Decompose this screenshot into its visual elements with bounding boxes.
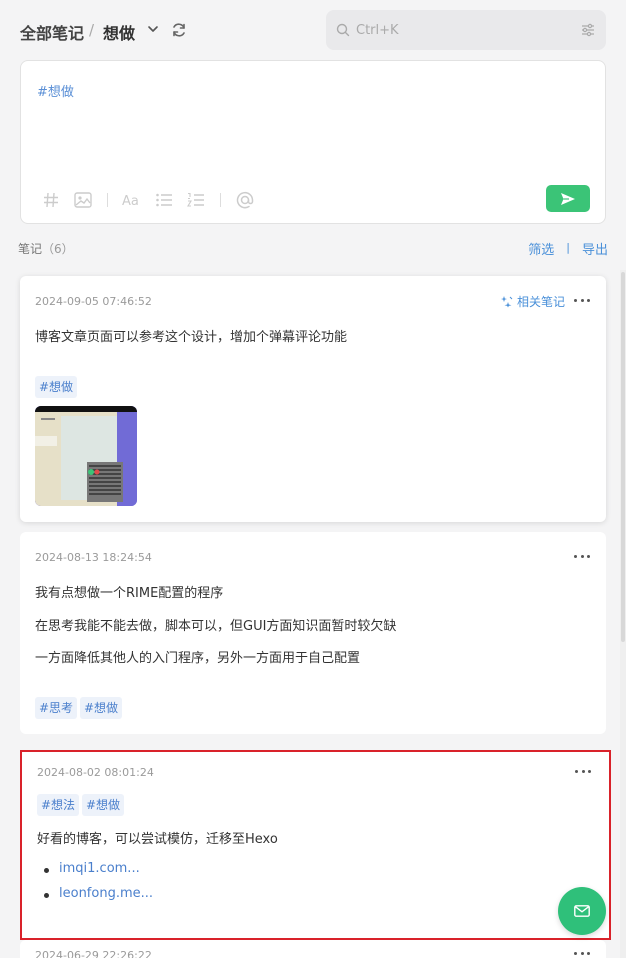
tag-chip[interactable]: #想做 bbox=[82, 794, 125, 816]
tag-chip[interactable]: #想做 bbox=[35, 376, 78, 398]
bullet-list-icon[interactable] bbox=[154, 190, 174, 210]
note-line: 在思考我能不能去做，脚本可以，但GUI方面知识面暂时较欠缺 bbox=[35, 619, 397, 634]
search-box[interactable] bbox=[326, 10, 606, 50]
actions-separator: | bbox=[566, 241, 570, 254]
notes-number: （6） bbox=[42, 242, 74, 256]
mention-icon[interactable] bbox=[235, 190, 255, 210]
note-line: 一方面降低其他人的入门程序，另外一方面用于自己配置 bbox=[35, 651, 361, 666]
breadcrumb-current: 想做 bbox=[103, 24, 136, 43]
image-icon[interactable] bbox=[73, 190, 93, 210]
mail-icon bbox=[574, 905, 590, 917]
numbered-list-icon[interactable] bbox=[186, 190, 206, 210]
note-card-highlighted: 2024-08-02 08:01:24 #想法 #想做 好看的博客，可以尝试模仿… bbox=[20, 750, 611, 940]
more-options-icon[interactable] bbox=[574, 555, 590, 561]
related-notes-link[interactable]: 相关笔记 bbox=[500, 293, 565, 310]
tag-chip[interactable]: #想做 bbox=[80, 697, 123, 719]
note-date: 2024-09-05 07:46:52 bbox=[35, 295, 152, 308]
note-line: 我有点想做一个RIME配置的程序 bbox=[35, 586, 224, 601]
tag-chip[interactable]: #想法 bbox=[37, 794, 80, 816]
note-card: 2024-09-05 07:46:52 相关笔记 博客文章页面可以参考这个设计，… bbox=[20, 276, 606, 522]
notes-count: 笔记（6） bbox=[18, 240, 74, 257]
filter-link[interactable]: 筛选 bbox=[528, 239, 554, 258]
send-icon bbox=[561, 192, 575, 205]
note-link[interactable]: imqi1.com... bbox=[44, 861, 140, 876]
note-card: 2024-08-13 18:24:54 我有点想做一个RIME配置的程序 在思考… bbox=[20, 532, 606, 734]
header: 全部笔记 / 想做 bbox=[0, 0, 626, 60]
more-options-icon[interactable] bbox=[575, 770, 591, 776]
breadcrumb-all-notes[interactable]: 全部笔记 bbox=[20, 20, 84, 44]
related-notes-label: 相关笔记 bbox=[516, 295, 565, 309]
search-input[interactable] bbox=[356, 20, 556, 40]
floating-mail-button[interactable] bbox=[558, 887, 606, 935]
notes-actions: 筛选 | 导出 bbox=[528, 239, 608, 258]
toolbar-divider bbox=[107, 193, 108, 207]
breadcrumb-separator: / bbox=[89, 21, 95, 39]
export-link[interactable]: 导出 bbox=[582, 239, 608, 258]
hashtag-icon[interactable] bbox=[41, 190, 61, 210]
tag-chip[interactable]: #思考 bbox=[35, 697, 78, 719]
note-line: 好看的博客，可以尝试模仿，迁移至Hexo bbox=[37, 832, 278, 847]
scrollbar-thumb[interactable] bbox=[621, 272, 625, 642]
editor-toolbar: Aa bbox=[41, 189, 267, 211]
toolbar-divider bbox=[220, 193, 221, 207]
note-editor[interactable]: #想做 Aa bbox=[20, 60, 606, 224]
note-date: 2024-08-13 18:24:54 bbox=[35, 551, 152, 564]
note-date: 2024-08-02 08:01:24 bbox=[37, 766, 154, 779]
refresh-icon[interactable] bbox=[170, 21, 188, 39]
chevron-down-icon[interactable] bbox=[146, 22, 160, 36]
search-icon bbox=[336, 23, 350, 37]
editor-content[interactable]: #想做 bbox=[37, 81, 74, 100]
more-options-icon[interactable] bbox=[574, 299, 590, 305]
note-card: 2024-06-29 22:26:22 bbox=[20, 940, 606, 958]
send-button[interactable] bbox=[546, 185, 590, 212]
more-options-icon[interactable] bbox=[574, 952, 590, 958]
notes-label: 笔记 bbox=[18, 242, 43, 256]
text-format-icon[interactable]: Aa bbox=[122, 190, 142, 210]
note-link[interactable]: leonfong.me... bbox=[43, 886, 153, 901]
note-line: 博客文章页面可以参考这个设计，增加个弹幕评论功能 bbox=[35, 330, 348, 345]
sparkle-icon bbox=[500, 296, 513, 308]
filter-settings-icon[interactable] bbox=[580, 22, 596, 38]
svg-text:Aa: Aa bbox=[122, 194, 139, 208]
note-date: 2024-06-29 22:26:22 bbox=[35, 949, 152, 958]
note-image-thumbnail[interactable] bbox=[35, 406, 137, 506]
